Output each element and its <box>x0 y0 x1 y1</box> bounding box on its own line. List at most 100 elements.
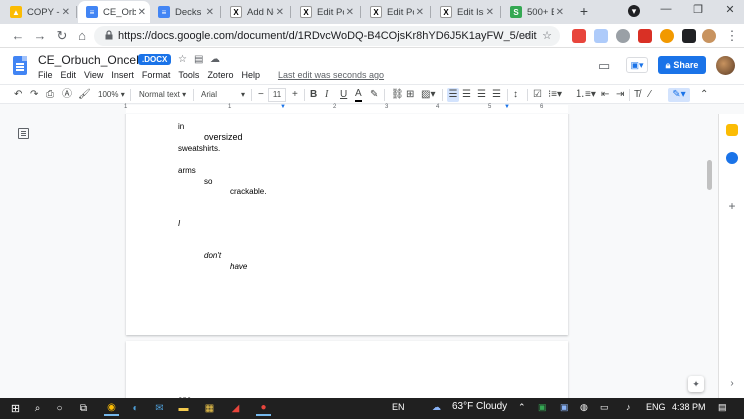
text-line[interactable]: don't <box>204 251 221 260</box>
close-tab-icon[interactable]: ✕ <box>206 7 214 18</box>
clear-formatting-icon[interactable]: T̸ <box>634 88 640 102</box>
line-spacing-icon[interactable]: ↕ <box>513 88 518 102</box>
decrease-indent-icon[interactable]: ⇤ <box>601 88 609 102</box>
increase-font-size-button[interactable]: + <box>292 88 298 102</box>
text-line[interactable]: sweatshirts. <box>178 144 220 153</box>
document-title[interactable]: CE_Orbuch_OnceKin <box>38 53 153 67</box>
chrome-icon[interactable]: ◉ <box>104 401 119 416</box>
highlight-icon[interactable]: ✎ <box>370 88 378 102</box>
forward-button[interactable]: → <box>32 28 48 44</box>
close-window-button[interactable]: ✕ <box>722 3 738 16</box>
close-tab-icon[interactable]: ✕ <box>276 7 284 18</box>
close-tab-icon[interactable]: ✕ <box>346 7 354 18</box>
keep-icon[interactable] <box>726 124 738 136</box>
extension-icon[interactable] <box>638 29 652 43</box>
browser-tab[interactable]: ≡ Decks ✕ <box>150 1 218 23</box>
tray-app-icon[interactable]: ▣ <box>538 402 547 413</box>
tray-app-icon[interactable]: ▣ <box>560 402 569 413</box>
windows-start-icon[interactable]: ⊞ <box>8 401 23 416</box>
new-tab-button[interactable]: + <box>576 3 592 19</box>
numbered-list-icon[interactable]: ⒈≡▾ <box>575 88 596 102</box>
mail-icon[interactable]: ✉ <box>152 401 167 416</box>
menu-format[interactable]: Format <box>142 70 171 80</box>
menu-tools[interactable]: Tools <box>178 70 199 80</box>
close-tab-icon[interactable]: ✕ <box>486 7 494 18</box>
text-line[interactable]: I <box>178 219 180 228</box>
checklist-icon[interactable]: ☑ <box>533 88 542 102</box>
network-icon[interactable]: ▭ <box>600 402 609 413</box>
reload-button[interactable]: ↻ <box>54 28 70 44</box>
underline-icon[interactable]: U <box>340 88 347 102</box>
edge-icon[interactable]: ◐ <box>128 401 143 416</box>
font-select[interactable]: Arial ▾ <box>201 88 245 102</box>
text-line[interactable]: have <box>230 262 247 271</box>
align-center-icon[interactable]: ☰ <box>462 88 471 102</box>
text-line[interactable]: oversized <box>204 132 243 142</box>
weather-text[interactable]: 63°F Cloudy <box>452 401 507 412</box>
style-select[interactable]: Normal text ▾ <box>139 88 186 102</box>
extension-icon[interactable] <box>660 29 674 43</box>
collapse-menus-icon[interactable]: ⌃ <box>700 88 708 102</box>
acrobat-icon[interactable]: ◢ <box>228 401 243 416</box>
zoom-select[interactable]: 100% ▾ <box>98 88 125 102</box>
cortana-icon[interactable]: ○ <box>52 401 67 416</box>
move-folder-icon[interactable]: ▤ <box>194 54 203 65</box>
spellcheck-icon[interactable]: Ⓐ <box>62 88 72 102</box>
last-edit-status[interactable]: Last edit was seconds ago <box>278 70 384 80</box>
avatar[interactable] <box>702 29 716 43</box>
back-button[interactable]: ← <box>10 28 26 44</box>
text-color-icon[interactable]: A <box>355 88 362 102</box>
minimize-button[interactable]: — <box>658 3 674 15</box>
text-line[interactable]: arms <box>178 166 196 175</box>
address-bar[interactable]: https://docs.google.com/document/d/1RDvc… <box>94 26 560 46</box>
indent-marker-icon[interactable]: ▼ <box>280 104 286 110</box>
sticky-notes-icon[interactable]: ▦ <box>202 401 217 416</box>
undo-icon[interactable]: ↶ <box>14 88 22 102</box>
align-right-icon[interactable]: ☰ <box>477 88 486 102</box>
restore-button[interactable]: ❐ <box>690 3 706 16</box>
notifications-icon[interactable]: ▤ <box>718 402 727 413</box>
task-view-icon[interactable]: ⧉ <box>76 401 91 416</box>
image-icon[interactable]: ▨▾ <box>421 88 435 102</box>
spelling-icon[interactable]: ⁄ <box>649 88 651 102</box>
menu-help[interactable]: Help <box>241 70 260 80</box>
tasks-icon[interactable] <box>726 152 738 164</box>
input-language-short[interactable]: EN <box>392 402 405 412</box>
share-button[interactable]: 🔒︎ Share <box>658 56 706 74</box>
align-left-icon[interactable]: ☰ <box>447 88 459 102</box>
docs-logo-icon[interactable] <box>13 56 27 75</box>
redo-icon[interactable]: ↷ <box>30 88 38 102</box>
document-page[interactable]: one <box>126 341 568 398</box>
font-size-input[interactable]: 11 <box>268 88 286 102</box>
italic-icon[interactable]: I <box>325 88 328 102</box>
browser-tab[interactable]: X Edit Po✕ <box>292 1 358 23</box>
home-button[interactable]: ⌂ <box>74 28 90 44</box>
tray-app-icon[interactable]: ◍ <box>580 402 588 413</box>
volume-icon[interactable]: ♪ <box>626 402 631 412</box>
present-button[interactable]: ▣▾ <box>626 57 648 73</box>
decrease-font-size-button[interactable]: − <box>258 88 264 102</box>
menu-insert[interactable]: Insert <box>111 70 134 80</box>
file-explorer-icon[interactable]: ▬ <box>176 401 191 416</box>
add-addon-icon[interactable]: + <box>726 200 738 212</box>
star-icon[interactable]: ☆ <box>178 54 187 65</box>
app-icon[interactable]: ● <box>256 401 271 416</box>
explore-button[interactable]: ✦ <box>688 376 704 392</box>
browser-tab[interactable]: X Add Ne✕ <box>222 1 288 23</box>
star-icon[interactable]: ☆ <box>542 29 552 42</box>
search-icon[interactable]: ⌕ <box>524 29 530 42</box>
print-icon[interactable]: ⎙ <box>46 88 54 102</box>
browser-tab-active[interactable]: ≡ CE_Orb ✕ <box>78 1 150 23</box>
bold-icon[interactable]: B <box>310 88 317 102</box>
browser-tab[interactable]: S 500+ B✕ <box>502 1 568 23</box>
expand-panel-icon[interactable]: › <box>726 378 738 390</box>
input-language[interactable]: ENG <box>646 402 666 412</box>
browser-tab[interactable]: ▲ COPY - ✕ <box>2 1 74 23</box>
text-line[interactable]: crackable. <box>230 187 266 196</box>
account-avatar[interactable] <box>716 56 735 75</box>
link-icon[interactable]: ⛓︎ <box>391 88 404 102</box>
close-tab-icon[interactable]: ✕ <box>416 7 424 18</box>
text-line[interactable]: so <box>204 177 212 186</box>
show-hidden-icons[interactable]: ⌃ <box>518 402 526 413</box>
menu-view[interactable]: View <box>84 70 103 80</box>
